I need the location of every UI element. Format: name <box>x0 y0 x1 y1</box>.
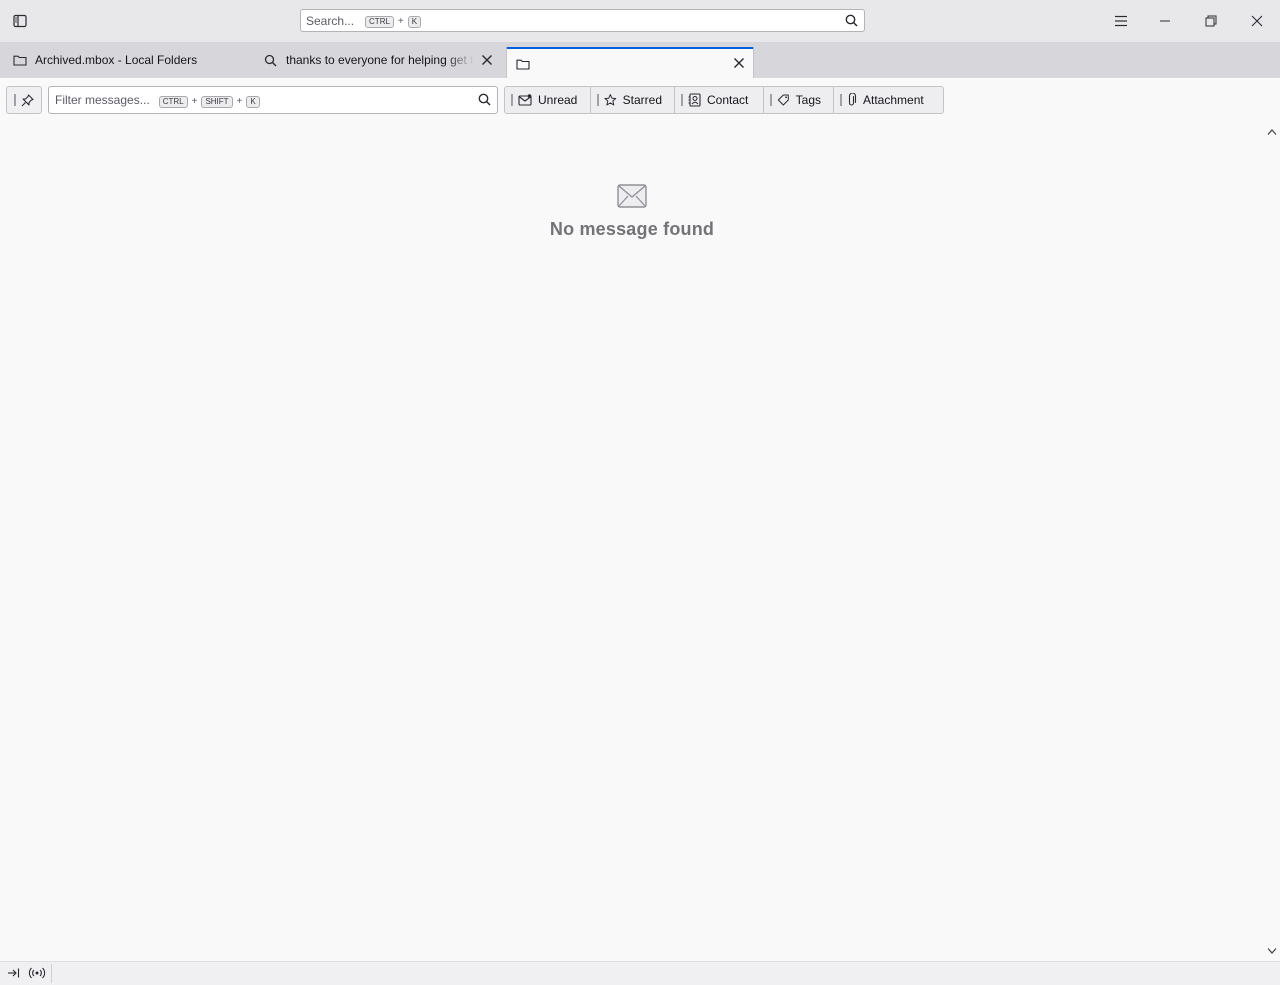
filter-shortcut: CTRL + SHIFT + K <box>158 93 261 108</box>
sticky-filter-button[interactable] <box>6 86 42 114</box>
global-search-input[interactable]: Search... CTRL + K <box>300 9 865 32</box>
minimize-icon <box>1160 20 1170 22</box>
filter-button-label: Starred <box>622 93 662 107</box>
filter-buttons-group: Unread Starred Contact Tags Attachment <box>504 86 944 114</box>
tab-bar: Archived.mbox - Local Folders thanks to … <box>0 42 1280 78</box>
tab-search-results[interactable]: thanks to everyone for helping get t <box>252 42 504 78</box>
toggle-folder-pane-button[interactable] <box>10 11 30 31</box>
scroll-up-button[interactable] <box>1267 125 1277 139</box>
grip-handle <box>681 94 683 106</box>
tab-close-button[interactable] <box>733 57 745 72</box>
grip-handle <box>840 94 842 106</box>
empty-message: No message found <box>549 219 715 239</box>
kbd-ctrl: CTRL <box>365 16 394 28</box>
filter-placeholder: Filter messages... <box>55 93 150 107</box>
online-status-button[interactable] <box>28 966 46 983</box>
grip-handle <box>597 94 599 106</box>
filter-button-label: Unread <box>538 93 578 107</box>
restore-button[interactable] <box>1201 11 1221 31</box>
folder-icon <box>13 55 27 66</box>
tab-label: thanks to everyone for helping get t <box>286 53 474 67</box>
search-icon <box>264 54 277 66</box>
broadcast-icon <box>28 967 46 979</box>
paperclip-icon <box>848 93 857 106</box>
global-search-placeholder: Search... <box>306 13 355 28</box>
message-list-pane: No message found <box>0 122 1264 961</box>
kbd-k: K <box>246 95 260 108</box>
filter-tags-button[interactable]: Tags <box>764 87 834 113</box>
unread-envelope-icon <box>518 94 532 106</box>
pin-icon <box>21 93 34 106</box>
filter-messages-input[interactable]: Filter messages... CTRL + SHIFT + K <box>48 86 498 114</box>
chevron-up-icon <box>1267 129 1277 135</box>
tab-label: Archived.mbox - Local Folders <box>35 53 198 67</box>
kbd-k: K <box>407 16 422 28</box>
envelope-icon <box>617 184 647 208</box>
search-icon[interactable] <box>478 93 491 109</box>
grip-handle <box>14 94 16 106</box>
close-icon <box>734 58 744 68</box>
filter-button-label: Attachment <box>863 93 924 107</box>
search-icon[interactable] <box>845 14 858 30</box>
status-divider <box>51 964 52 983</box>
kbd-plus: + <box>191 95 198 107</box>
tab-close-button[interactable] <box>481 54 493 69</box>
collapse-spaces-button[interactable] <box>7 967 20 982</box>
quick-filter-bar: Filter messages... CTRL + SHIFT + K Unread S… <box>0 78 1280 123</box>
empty-state: No message found <box>0 184 1264 240</box>
sidebar-icon <box>13 14 27 28</box>
tag-icon <box>777 94 789 106</box>
contact-icon <box>688 93 701 107</box>
close-icon <box>1251 15 1263 27</box>
kbd-plus: + <box>236 95 243 107</box>
filter-button-label: Contact <box>707 93 749 107</box>
star-icon <box>604 94 617 106</box>
title-bar: Search... CTRL + K <box>0 0 1280 42</box>
kbd-plus: + <box>397 16 404 27</box>
filter-button-label: Tags <box>795 93 821 107</box>
global-search-shortcut: CTRL + K <box>364 13 422 28</box>
filter-starred-button[interactable]: Starred <box>591 87 675 113</box>
folder-icon <box>516 59 530 70</box>
arrow-to-right-icon <box>8 968 20 978</box>
scroll-down-button[interactable] <box>1267 944 1277 958</box>
close-window-button[interactable] <box>1247 11 1267 31</box>
minimize-button[interactable] <box>1155 11 1175 31</box>
kbd-shift: SHIFT <box>201 95 233 108</box>
kbd-ctrl: CTRL <box>158 95 188 108</box>
grip-handle <box>770 94 772 106</box>
tab-folder-active[interactable] <box>506 47 754 78</box>
restore-icon <box>1205 15 1217 27</box>
status-bar <box>0 961 1280 985</box>
chevron-down-icon <box>1267 948 1277 954</box>
grip-handle <box>511 94 513 106</box>
app-menu-button[interactable] <box>1111 11 1131 31</box>
tab-archived-mbox[interactable]: Archived.mbox - Local Folders <box>0 42 252 78</box>
hamburger-icon <box>1115 15 1127 27</box>
filter-unread-button[interactable]: Unread <box>505 87 591 113</box>
filter-contact-button[interactable]: Contact <box>675 87 764 113</box>
vertical-scrollbar[interactable] <box>1264 122 1280 961</box>
filter-attachment-button[interactable]: Attachment <box>834 87 943 113</box>
close-icon <box>482 55 492 65</box>
